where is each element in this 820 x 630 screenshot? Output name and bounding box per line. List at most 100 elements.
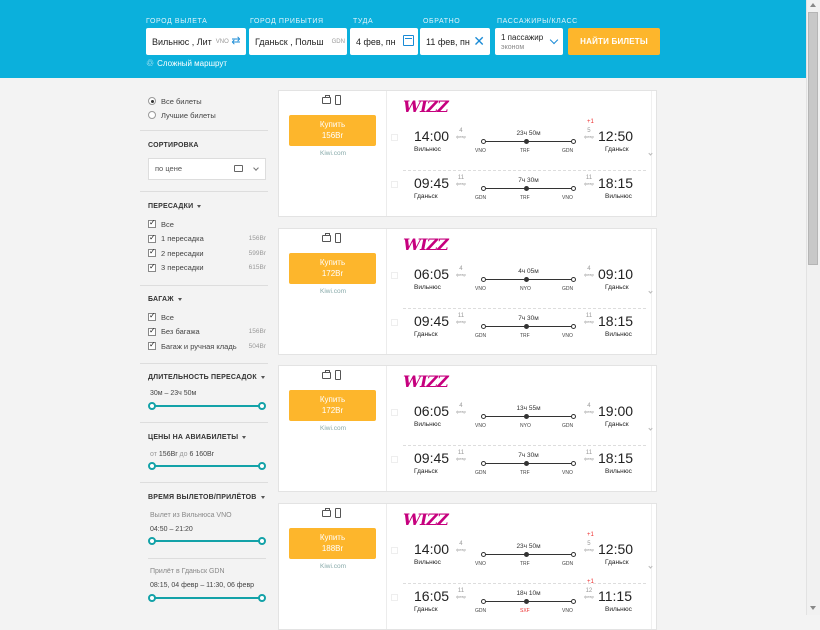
arrival-city: Вильнюс <box>605 331 632 338</box>
stops-checkbox[interactable]: 2 пересадки 599Br <box>148 246 266 261</box>
segment-checkbox[interactable] <box>391 547 398 554</box>
ticket-card[interactable]: Купить 172Br Kiwi.com WIZZ 06:05 4 февр Вильнюс… <box>278 228 657 355</box>
stops-title[interactable]: ПЕРЕСАДКИ <box>148 203 266 210</box>
flight-segment[interactable]: 06:05 4 февр Вильнюс 4ч 05м VNO NYO GDN 4 февр 09:… <box>387 265 658 301</box>
departure-city: Гданьск <box>414 331 438 338</box>
return-field[interactable]: 11 фев, пн ✕ <box>420 28 490 55</box>
ticket-card[interactable]: Купить 172Br Kiwi.com WIZZ 06:05 4 февр Вильнюс… <box>278 365 657 492</box>
departure-date: 4 февр <box>456 403 466 415</box>
next-day-badge: +1 <box>587 119 594 125</box>
return-value: 11 фев, пн <box>426 36 470 47</box>
from-field[interactable]: Вильнюс , Лит VNO ⇄ <box>146 28 246 55</box>
arrive-time-slider[interactable] <box>148 593 266 602</box>
sort-value: по цене <box>155 164 183 173</box>
layover-slider[interactable] <box>148 401 266 410</box>
airport-code: GDN <box>475 608 487 614</box>
scroll-down-icon[interactable] <box>810 606 816 610</box>
slider-handle-max[interactable] <box>258 593 266 602</box>
to-field[interactable]: Гданьск , Польш GDN <box>249 28 347 55</box>
price-slider[interactable] <box>148 461 266 470</box>
segment-checkbox[interactable] <box>391 456 398 463</box>
segment-checkbox[interactable] <box>391 409 398 416</box>
segment-checkbox[interactable] <box>391 272 398 279</box>
to-value: Гданьск , Польш <box>255 36 324 47</box>
slider-handle-max[interactable] <box>258 461 266 470</box>
prices-title[interactable]: ЦЕНЫ НА АВИАБИЛЕТЫ <box>148 434 266 441</box>
segment-checkbox[interactable] <box>391 134 398 141</box>
suitcase-icon <box>322 95 331 104</box>
route-line <box>481 324 576 329</box>
ticket-buy-panel: Купить 156Br Kiwi.com <box>279 91 387 216</box>
flight-segment[interactable]: 14:00 4 февр Вильнюс 23ч 50м VNO TRF GDN +1 5 февр… <box>387 119 658 163</box>
airline-logo: WIZZ <box>403 97 449 116</box>
route-line <box>481 552 576 557</box>
buy-label: Купить <box>319 533 346 542</box>
ticket-card[interactable]: Купить 188Br Kiwi.com WIZZ 14:00 4 февр Вильнюс… <box>278 503 657 630</box>
flight-segment[interactable]: 09:45 11 февр Гданьск 7ч 30м GDN TRF VNO 11 февр 1… <box>387 312 658 348</box>
baggage-filter: Все Без багажа 156Br Багаж и ручная кладь… <box>148 310 266 354</box>
radio-best-tickets[interactable]: Лучшие билеты <box>148 108 266 122</box>
stops-checkbox[interactable]: 3 пересадки 615Br <box>148 261 266 276</box>
flight-duration: 23ч 50м <box>516 130 541 137</box>
slider-handle-min[interactable] <box>148 461 156 470</box>
agent-link[interactable]: Kiwi.com <box>279 563 387 570</box>
scroll-up-icon[interactable] <box>810 3 816 7</box>
flight-segment[interactable]: 09:45 11 февр Гданьск 7ч 30м GDN TRF VNO 11 февр 1… <box>387 174 658 210</box>
ticket-buy-panel: Купить 172Br Kiwi.com <box>279 229 387 354</box>
calendar-icon[interactable] <box>403 35 414 46</box>
ticket-card[interactable]: Купить 156Br Kiwi.com WIZZ 14:00 4 февр Вильнюс… <box>278 90 657 217</box>
passenger-field[interactable]: 1 пассажир эконом <box>495 28 563 55</box>
search-button[interactable]: НАЙТИ БИЛЕТЫ <box>568 28 660 55</box>
baggage-title[interactable]: БАГАЖ <box>148 296 266 303</box>
buy-button[interactable]: Купить 156Br <box>289 115 376 146</box>
slider-handle-max[interactable] <box>258 401 266 410</box>
slider-handle-max[interactable] <box>258 536 266 545</box>
agent-link[interactable]: Kiwi.com <box>279 150 387 157</box>
airport-code: NYO <box>520 286 531 292</box>
depart-field[interactable]: 4 фев, пн <box>350 28 418 55</box>
flight-duration: 7ч 30м <box>518 452 539 459</box>
slider-handle-min[interactable] <box>148 536 156 545</box>
multi-route-link[interactable]: ♲ Сложный маршрут <box>146 58 227 69</box>
flight-segment[interactable]: 14:00 4 февр Вильнюс 23ч 50м VNO TRF GDN +1 5 февр… <box>387 532 658 576</box>
baggage-checkbox[interactable]: Без багажа 156Br <box>148 325 266 340</box>
clear-return-icon[interactable]: ✕ <box>473 33 485 49</box>
arrival-city: Гданьск <box>605 421 629 428</box>
price-from-prefix: от <box>150 451 157 458</box>
baggage-checkbox[interactable]: Багаж и ручная кладь 504Br <box>148 339 266 354</box>
radio-all-tickets[interactable]: Все билеты <box>148 94 266 108</box>
segment-divider <box>403 308 646 309</box>
agent-link[interactable]: Kiwi.com <box>279 425 387 432</box>
from-code: VNO <box>215 38 229 45</box>
route-stop-dot <box>524 461 529 466</box>
baggage-checkbox[interactable]: Все <box>148 310 266 325</box>
flight-duration: 23ч 50м <box>516 543 541 550</box>
swap-icon[interactable]: ⇄ <box>230 35 242 47</box>
arrival-time: 12:50 <box>598 128 634 144</box>
agent-link[interactable]: Kiwi.com <box>279 288 387 295</box>
segment-checkbox[interactable] <box>391 181 398 188</box>
sort-select[interactable]: по цене <box>148 158 266 180</box>
depart-time-slider[interactable] <box>148 536 266 545</box>
stops-checkbox[interactable]: 1 пересадка 156Br <box>148 232 266 247</box>
flight-segment[interactable]: 09:45 11 февр Гданьск 7ч 30м GDN TRF VNO 11 февр 1… <box>387 449 658 485</box>
slider-handle-min[interactable] <box>148 401 156 410</box>
airport-code: GDN <box>475 333 487 339</box>
stops-checkbox[interactable]: Все <box>148 217 266 232</box>
departure-time: 14:00 <box>414 128 450 144</box>
flight-segment[interactable]: 16:05 11 февр Гданьск 18ч 10м GDN SXF VNO +1 12 фе… <box>387 579 658 623</box>
departure-time: 06:05 <box>414 403 450 419</box>
price-range: от 156Br до 6 160Br <box>150 451 214 458</box>
airport-code: VNO <box>562 608 573 614</box>
layover-title[interactable]: ДЛИТЕЛЬНОСТЬ ПЕРЕСАДОК <box>148 374 266 381</box>
times-title[interactable]: ВРЕМЯ ВЫЛЕТОВ/ПРИЛЁТОВ <box>148 494 266 501</box>
flight-duration: 13ч 55м <box>516 405 541 412</box>
buy-button[interactable]: Купить 172Br <box>289 390 376 421</box>
buy-button[interactable]: Купить 188Br <box>289 528 376 559</box>
segment-checkbox[interactable] <box>391 319 398 326</box>
scrollbar-thumb[interactable] <box>808 12 818 265</box>
buy-button[interactable]: Купить 172Br <box>289 253 376 284</box>
segment-checkbox[interactable] <box>391 594 398 601</box>
flight-segment[interactable]: 06:05 4 февр Вильнюс 13ч 55м VNO NYO GDN 4 февр 19… <box>387 402 658 438</box>
slider-handle-min[interactable] <box>148 593 156 602</box>
